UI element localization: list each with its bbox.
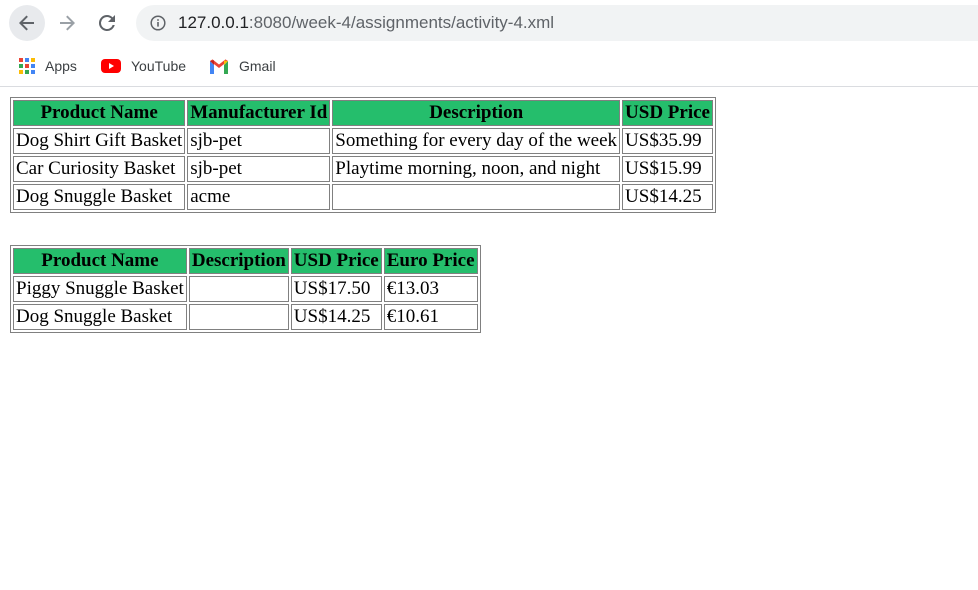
table-row: Dog Snuggle Basket acme US$14.25 [13, 184, 713, 210]
table-cell: €13.03 [383, 276, 478, 302]
bookmark-label: Gmail [239, 58, 276, 74]
table-row: Dog Snuggle Basket US$14.25 €10.61 [13, 304, 478, 330]
table-cell: US$14.25 [290, 304, 382, 330]
table-cell: Dog Snuggle Basket [13, 304, 187, 330]
table-cell: Something for every day of the week [332, 128, 621, 154]
column-header: Description [332, 100, 621, 126]
bookmarks-bar: Apps YouTube Gmail [0, 46, 978, 87]
table-cell: US$14.25 [622, 184, 713, 210]
url-path: :8080/week-4/assignments/activity-4.xml [248, 13, 555, 32]
column-header: USD Price [622, 100, 713, 126]
table-cell: acme [187, 184, 331, 210]
bookmark-gmail[interactable]: Gmail [209, 55, 276, 77]
column-header: Description [188, 248, 289, 274]
table-cell: US$35.99 [622, 128, 713, 154]
table-cell: Car Curiosity Basket [13, 156, 186, 182]
table-row: Dog Shirt Gift Basket sjb-pet Something … [13, 128, 713, 154]
table-header-row: Product Name Manufacturer Id Description… [13, 100, 713, 126]
url-host: 127.0.0.1 [178, 13, 249, 32]
table-cell: US$15.99 [622, 156, 713, 182]
url-text: 127.0.0.1:8080/week-4/assignments/activi… [178, 13, 554, 33]
forward-button[interactable] [49, 5, 85, 41]
euro-price-table: Product Name Description USD Price Euro … [10, 245, 481, 333]
table-cell: sjb-pet [187, 128, 331, 154]
column-header: Product Name [13, 248, 187, 274]
arrow-right-icon [60, 15, 75, 31]
table-cell: Piggy Snuggle Basket [13, 276, 187, 302]
apps-grid-icon [19, 58, 35, 74]
table-header-row: Product Name Description USD Price Euro … [13, 248, 478, 274]
youtube-icon [101, 59, 121, 73]
address-bar[interactable]: 127.0.0.1:8080/week-4/assignments/activi… [136, 5, 978, 41]
table-cell: US$17.50 [290, 276, 382, 302]
column-header: USD Price [290, 248, 382, 274]
table-cell: €10.61 [383, 304, 478, 330]
column-header: Euro Price [383, 248, 478, 274]
bookmark-apps[interactable]: Apps [19, 55, 77, 77]
reload-button[interactable] [89, 5, 125, 41]
bookmark-label: Apps [45, 58, 77, 74]
table-cell [188, 304, 289, 330]
gmail-icon [209, 58, 229, 74]
bookmark-label: YouTube [131, 58, 187, 74]
browser-toolbar: 127.0.0.1:8080/week-4/assignments/activi… [0, 0, 978, 46]
table-row: Piggy Snuggle Basket US$17.50 €13.03 [13, 276, 478, 302]
table-cell: Dog Snuggle Basket [13, 184, 186, 210]
column-header: Product Name [13, 100, 186, 126]
bookmark-youtube[interactable]: YouTube [101, 55, 186, 77]
table-cell [332, 184, 621, 210]
back-button[interactable] [9, 5, 45, 41]
table-cell [188, 276, 289, 302]
page-content: Product Name Manufacturer Id Description… [0, 87, 978, 590]
reload-icon [98, 14, 115, 31]
table-cell: Playtime morning, noon, and night [332, 156, 621, 182]
table-row: Car Curiosity Basket sjb-pet Playtime mo… [13, 156, 713, 182]
products-table: Product Name Manufacturer Id Description… [10, 97, 716, 213]
info-icon[interactable] [150, 15, 166, 31]
column-header: Manufacturer Id [187, 100, 331, 126]
table-cell: Dog Shirt Gift Basket [13, 128, 186, 154]
arrow-left-icon [19, 15, 34, 31]
table-cell: sjb-pet [187, 156, 331, 182]
